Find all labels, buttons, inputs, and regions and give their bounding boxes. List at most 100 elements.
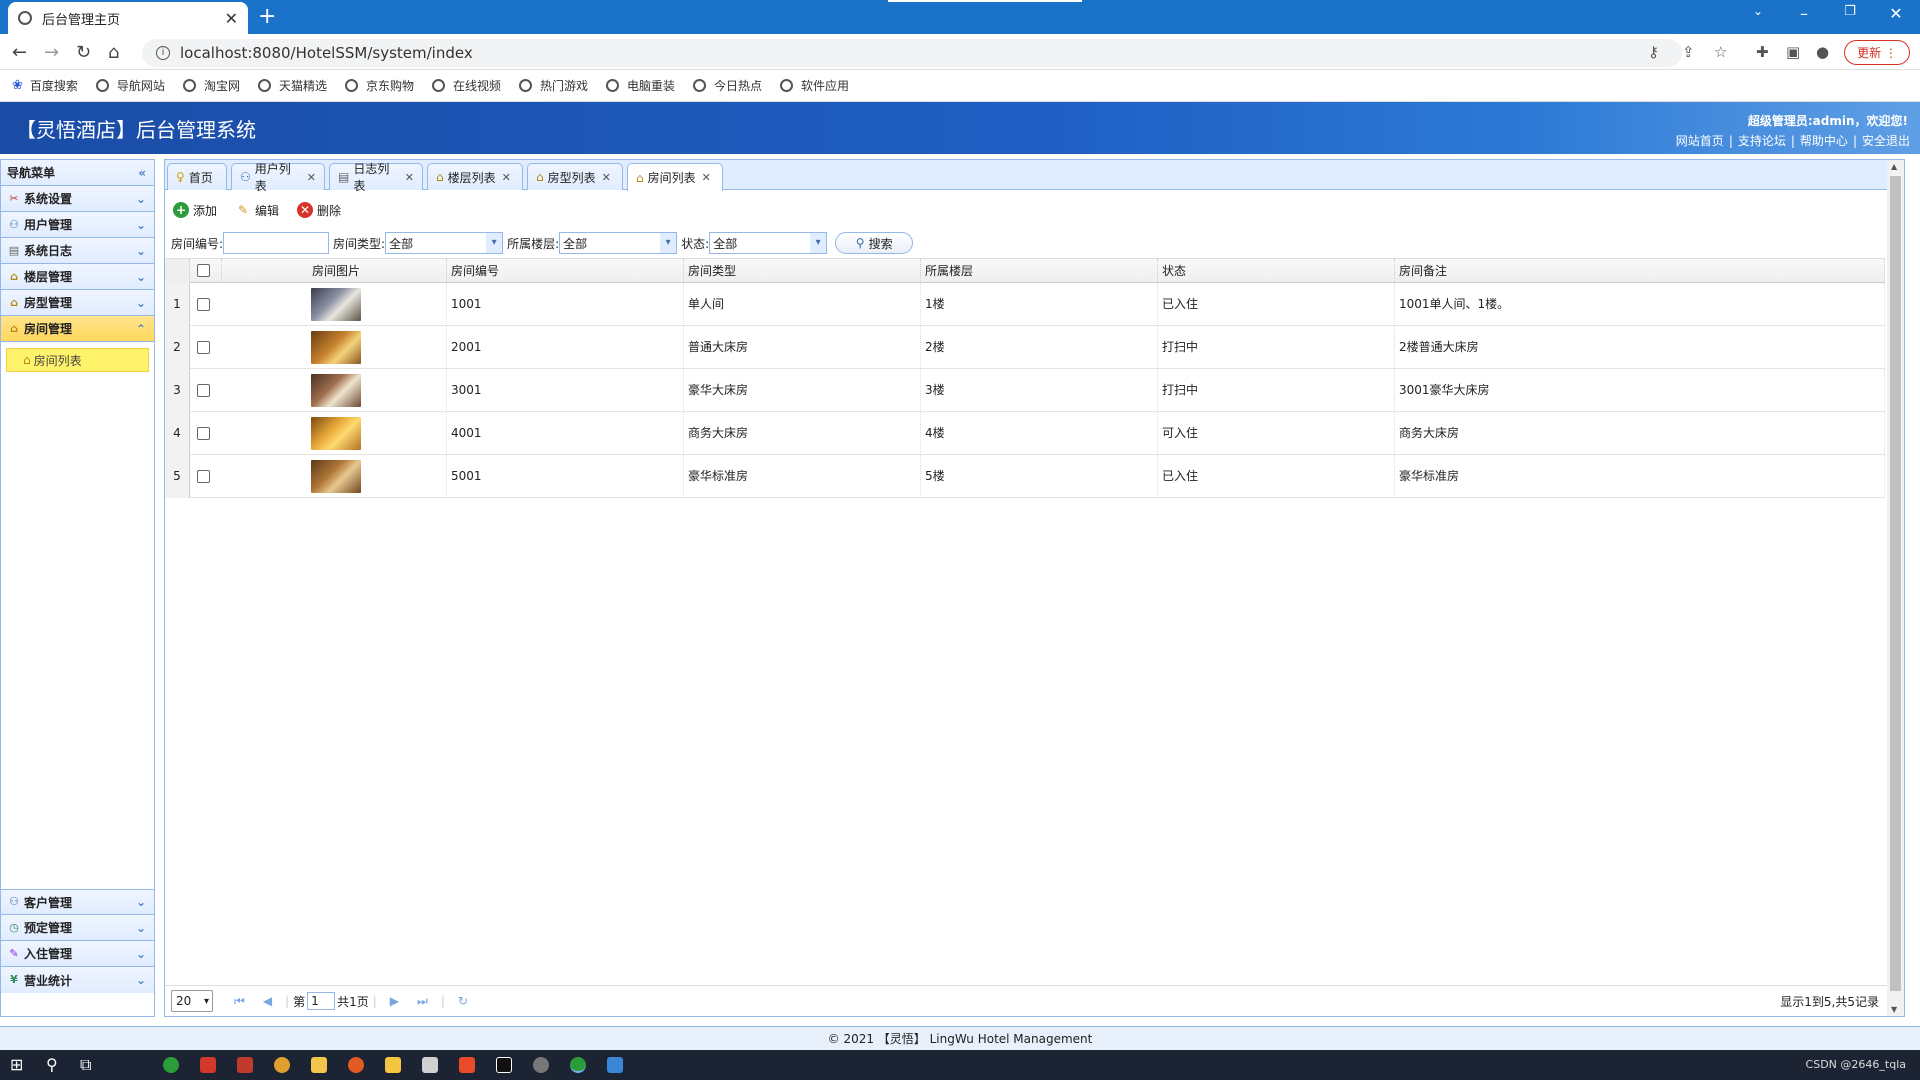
app-icon[interactable] (348, 1057, 364, 1073)
room-no-input[interactable] (223, 232, 330, 254)
sidepanel-icon[interactable]: ▣ (1786, 43, 1800, 61)
tab-home[interactable]: ♀ 首页 (167, 163, 227, 190)
chrome-app-icon[interactable] (570, 1057, 586, 1073)
forward-icon[interactable]: → (44, 42, 59, 63)
browser-tab[interactable]: 后台管理主页 ✕ (8, 2, 248, 34)
info-icon[interactable]: i (156, 46, 170, 60)
bookmark-item[interactable]: 电脑重装 (606, 77, 675, 94)
app-icon[interactable] (422, 1057, 438, 1073)
close-icon[interactable]: ✕ (702, 171, 711, 184)
reload-icon[interactable]: ↻ (76, 42, 91, 63)
room-type-select[interactable]: 全部 ▾ (385, 232, 504, 254)
add-button[interactable]: + 添加 (173, 202, 217, 219)
last-page-icon[interactable]: ⏭ (417, 994, 428, 1009)
scroll-up-icon[interactable]: ▲ (1891, 162, 1897, 171)
first-page-icon[interactable]: ⏮ (234, 994, 245, 1009)
windows-start-icon[interactable]: ⊞ (10, 1055, 23, 1074)
tab-user-list[interactable]: ⚇ 用户列表 ✕ (231, 162, 325, 193)
sidebar-item-rooms[interactable]: ⌂ 房间管理 ⌃ (1, 316, 154, 342)
col-header-floor[interactable]: 所属楼层 (921, 259, 1158, 283)
scroll-down-icon[interactable]: ▼ (1891, 1005, 1897, 1014)
sidebar-item-users[interactable]: ⚇ 用户管理 ⌄ (1, 212, 154, 238)
link-home[interactable]: 网站首页 (1676, 134, 1724, 148)
table-row[interactable]: 2 2001 普通大床房 2楼 打扫中 2楼普通大床房 (165, 326, 1885, 369)
close-icon[interactable]: ✕ (307, 171, 316, 184)
link-help[interactable]: 帮助中心 (1800, 134, 1848, 148)
sidebar-item-stats[interactable]: ¥ 营业统计 ⌄ (1, 967, 154, 993)
table-row[interactable]: 4 4001 商务大床房 4楼 可入住 商务大床房 (165, 412, 1885, 455)
back-icon[interactable]: ← (12, 42, 27, 63)
refresh-icon[interactable]: ↻ (458, 994, 468, 1008)
sidebar-item-logs[interactable]: ▤ 系统日志 ⌄ (1, 238, 154, 264)
bookmark-item[interactable]: 在线视频 (431, 77, 501, 94)
app-icon[interactable] (459, 1057, 475, 1073)
floor-select[interactable]: 全部 ▾ (559, 232, 678, 254)
update-button[interactable]: 更新 ⋮ (1844, 40, 1910, 65)
scroll-thumb[interactable] (1890, 176, 1901, 991)
tab-search-icon[interactable]: ⌄ (1738, 4, 1778, 18)
sidebar-item-bookings[interactable]: ◷ 预定管理 ⌄ (1, 915, 154, 941)
bookmark-item[interactable]: 京东购物 (344, 77, 414, 94)
table-row[interactable]: 3 3001 豪华大床房 3楼 打扫中 3001豪华大床房 (165, 369, 1885, 412)
bookmark-item[interactable]: 今日热点 (693, 77, 762, 94)
tab-roomtype-list[interactable]: ⌂ 房型列表 ✕ (527, 163, 623, 190)
sidebar-item-roomtypes[interactable]: ⌂ 房型管理 ⌄ (1, 290, 154, 316)
col-header-note[interactable]: 房间备注 (1395, 259, 1885, 283)
link-forum[interactable]: 支持论坛 (1738, 134, 1786, 148)
table-row[interactable]: 5 5001 豪华标准房 5楼 已入住 豪华标准房 (165, 455, 1885, 498)
delete-button[interactable]: ✕ 删除 (297, 202, 341, 219)
col-header-room-no[interactable]: 房间编号 (447, 259, 684, 283)
star-icon[interactable]: ☆ (1714, 43, 1727, 61)
next-page-icon[interactable]: ▶ (390, 994, 399, 1008)
share-icon[interactable]: ⇪ (1682, 43, 1695, 61)
tab-floor-list[interactable]: ⌂ 楼层列表 ✕ (427, 163, 523, 190)
tab-room-list[interactable]: ⌂ 房间列表 ✕ (627, 163, 723, 191)
minimize-button[interactable]: – (1784, 4, 1824, 23)
intellij-icon[interactable] (496, 1057, 512, 1073)
close-icon[interactable]: ✕ (405, 171, 414, 184)
bookmark-item[interactable]: ❀ 百度搜索 (12, 77, 78, 94)
bookmark-item[interactable]: 导航网站 (95, 77, 165, 94)
sidebar-item-floors[interactable]: ⌂ 楼层管理 ⌄ (1, 264, 154, 290)
task-view-icon[interactable]: ⧉ (80, 1055, 91, 1075)
col-header-status[interactable]: 状态 (1158, 259, 1395, 283)
bookmark-item[interactable]: 软件应用 (780, 77, 849, 94)
sidebar-item-checkin[interactable]: ✎ 入住管理 ⌄ (1, 941, 154, 967)
scrollbar[interactable]: ▲ ▼ (1887, 160, 1904, 1016)
status-select[interactable]: 全部 ▾ (709, 232, 828, 254)
home-icon[interactable]: ⌂ (108, 42, 119, 63)
page-size-select[interactable]: 20 ▾ (171, 990, 213, 1012)
sidebar-item-system[interactable]: ✂ 系统设置 ⌄ (1, 186, 154, 212)
prev-page-icon[interactable]: ◀ (263, 994, 272, 1008)
sidebar-sub-room-list[interactable]: ⌂ 房间列表 (6, 348, 149, 372)
row-checkbox[interactable] (197, 384, 210, 397)
bookmark-item[interactable]: 淘宝网 (182, 77, 240, 94)
settings-icon[interactable] (533, 1057, 549, 1073)
row-checkbox[interactable] (197, 341, 210, 354)
profile-icon[interactable]: ● (1816, 43, 1829, 61)
bookmark-item[interactable]: 热门游戏 (519, 77, 588, 94)
row-checkbox[interactable] (197, 298, 210, 311)
close-icon[interactable]: ✕ (602, 171, 611, 184)
search-icon[interactable]: ⚲ (46, 1055, 58, 1074)
folder-icon[interactable] (385, 1057, 401, 1073)
search-button[interactable]: ⚲ 搜索 (835, 232, 914, 254)
url-field[interactable]: i localhost:8080/HotelSSM/system/index (142, 39, 1682, 67)
col-header-room-type[interactable]: 房间类型 (684, 259, 921, 283)
notes-icon[interactable] (311, 1057, 327, 1073)
close-tab-icon[interactable]: ✕ (225, 9, 238, 28)
wps-icon[interactable] (237, 1057, 253, 1073)
close-window-button[interactable]: ✕ (1876, 4, 1916, 23)
edit-button[interactable]: ✎ 编辑 (235, 202, 279, 219)
sidebar-item-customers[interactable]: ⚇ 客户管理 ⌄ (1, 889, 154, 915)
app-icon[interactable] (274, 1057, 290, 1073)
row-checkbox[interactable] (197, 427, 210, 440)
col-header-image[interactable]: 房间图片 (222, 259, 447, 283)
close-icon[interactable]: ✕ (502, 171, 511, 184)
collapse-icon[interactable]: « (138, 166, 146, 180)
new-tab-button[interactable]: + (258, 4, 276, 29)
row-checkbox[interactable] (197, 470, 210, 483)
page-number-input[interactable]: 1 (307, 992, 336, 1010)
app-icon[interactable] (200, 1057, 216, 1073)
chrome-app-icon[interactable] (163, 1057, 179, 1073)
